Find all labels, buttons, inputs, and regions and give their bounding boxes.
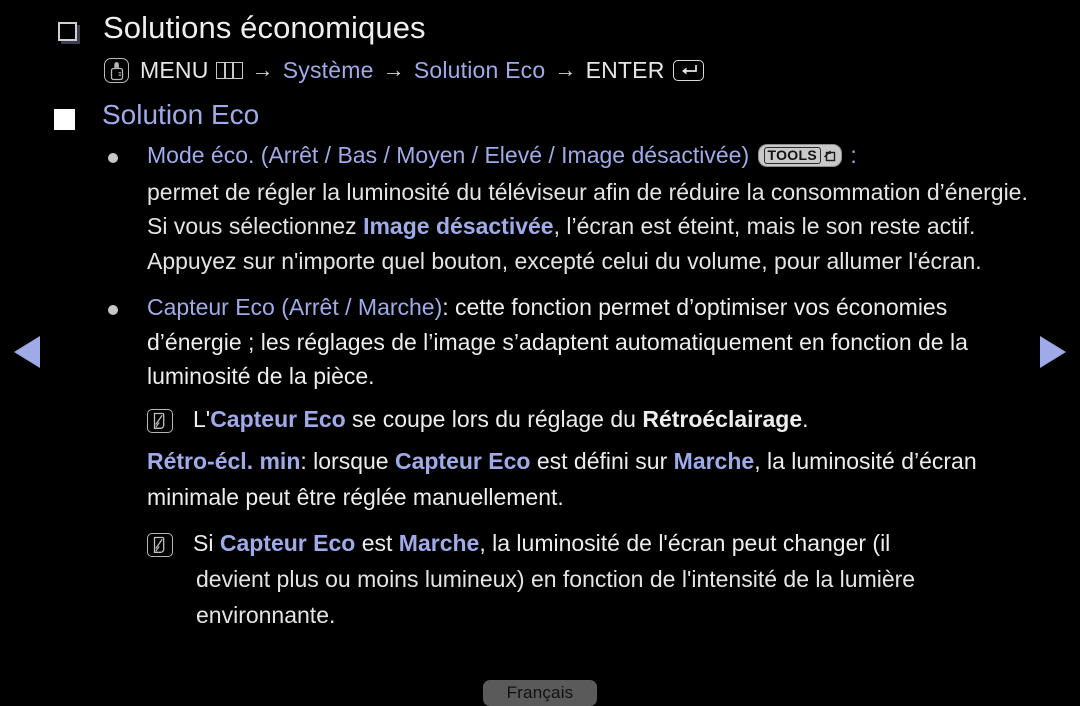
breadcrumb-step-system[interactable]: Système	[283, 56, 374, 84]
page-content: Solutions économiques MENU → Système → S…	[0, 0, 1080, 633]
bullet-dot-icon	[108, 153, 118, 163]
breadcrumb-enter-label: ENTER	[585, 57, 665, 83]
bullet-content: Capteur Eco (Arrêt / Marche): cette fonc…	[147, 290, 1027, 394]
note-highlight-marche: Marche	[398, 529, 480, 556]
note-prefix: L'	[193, 405, 211, 432]
note-continuation: devient plus ou moins lumineux) en fonct…	[196, 565, 916, 628]
breadcrumb-separator-3: →	[554, 57, 577, 82]
note-suffix: , la luminosité de l'écran peut changer …	[479, 529, 891, 556]
section-heading: Solution Eco	[102, 99, 260, 130]
breadcrumb-separator-1: →	[251, 57, 274, 82]
note-content: Si Capteur Eco est Marche, la luminosité…	[193, 525, 890, 561]
ereader-page: Solutions économiques MENU → Système → S…	[0, 0, 1080, 706]
square-filled-bullet-icon	[54, 109, 75, 130]
paragraph-highlight-image-desactivee: Image désactivée	[363, 213, 554, 239]
bullet-paragraph-mode-eco: permet de régler la luminosité du télévi…	[0, 173, 1047, 279]
note-suffix: .	[802, 405, 809, 432]
bullet-dot-icon	[108, 305, 118, 315]
note-highlight-marche: Marche	[673, 447, 755, 474]
section-heading-row: Solution Eco	[0, 84, 1080, 132]
enter-return-icon	[672, 59, 704, 81]
bullet-title-capteur-eco: Capteur Eco (Arrêt / Marche)	[147, 294, 443, 320]
note-content: L'Capteur Eco se coupe lors du réglage d…	[193, 401, 809, 437]
note-prefix: Si	[193, 529, 220, 556]
list-item: Mode éco. (Arrêt / Bas / Moyen / Elevé /…	[0, 132, 1080, 173]
breadcrumb-menu-label: MENU	[140, 57, 209, 83]
tools-badge[interactable]: TOOLS	[757, 144, 842, 167]
note-middle: se coupe lors du réglage du	[345, 405, 643, 432]
bullet-content: Mode éco. (Arrêt / Bas / Moyen / Elevé /…	[147, 138, 857, 173]
menu-grid-icon	[215, 61, 243, 79]
breadcrumb-separator-2: →	[382, 57, 405, 82]
language-button[interactable]: Français	[483, 680, 597, 706]
breadcrumb: MENU → Système → Solution Eco → ENTER	[0, 46, 1080, 84]
note-label-retro-ecl-min: Rétro-écl. min	[147, 447, 301, 474]
note-highlight-capteur-eco: Capteur Eco	[210, 405, 346, 432]
list-item: Capteur Eco (Arrêt / Marche): cette fonc…	[0, 278, 1080, 394]
page-title: Solutions économiques	[103, 10, 426, 45]
note-paragraph-retro-ecl-min: Rétro-écl. min: lorsque Capteur Eco est …	[0, 437, 1027, 515]
square-outline-bullet-icon	[58, 22, 77, 41]
note-icon	[147, 408, 173, 433]
tools-badge-label: TOOLS	[763, 147, 821, 164]
note-highlight-retroeclairage: Rétroéclairage	[642, 405, 803, 432]
note-middle: est	[355, 529, 399, 556]
note-text-1: : lorsque	[300, 447, 395, 474]
tools-badge-arrow-icon	[823, 150, 836, 162]
page-title-row: Solutions économiques	[0, 0, 1080, 46]
bullet-title-colon: :	[850, 142, 857, 168]
note-row: L'Capteur Eco se coupe lors du réglage d…	[0, 394, 1080, 437]
note-row: Si Capteur Eco est Marche, la luminosité…	[0, 515, 1080, 561]
note-highlight-capteur-eco: Capteur Eco	[394, 447, 531, 474]
hand-press-icon	[104, 57, 129, 83]
bullet-title-mode-eco: Mode éco. (Arrêt / Bas / Moyen / Elevé /…	[147, 142, 750, 168]
note-highlight-capteur-eco: Capteur Eco	[219, 529, 356, 556]
note-icon	[147, 532, 173, 557]
breadcrumb-step-solution-eco[interactable]: Solution Eco	[414, 56, 546, 84]
note-text-2: est défini sur	[530, 447, 674, 474]
